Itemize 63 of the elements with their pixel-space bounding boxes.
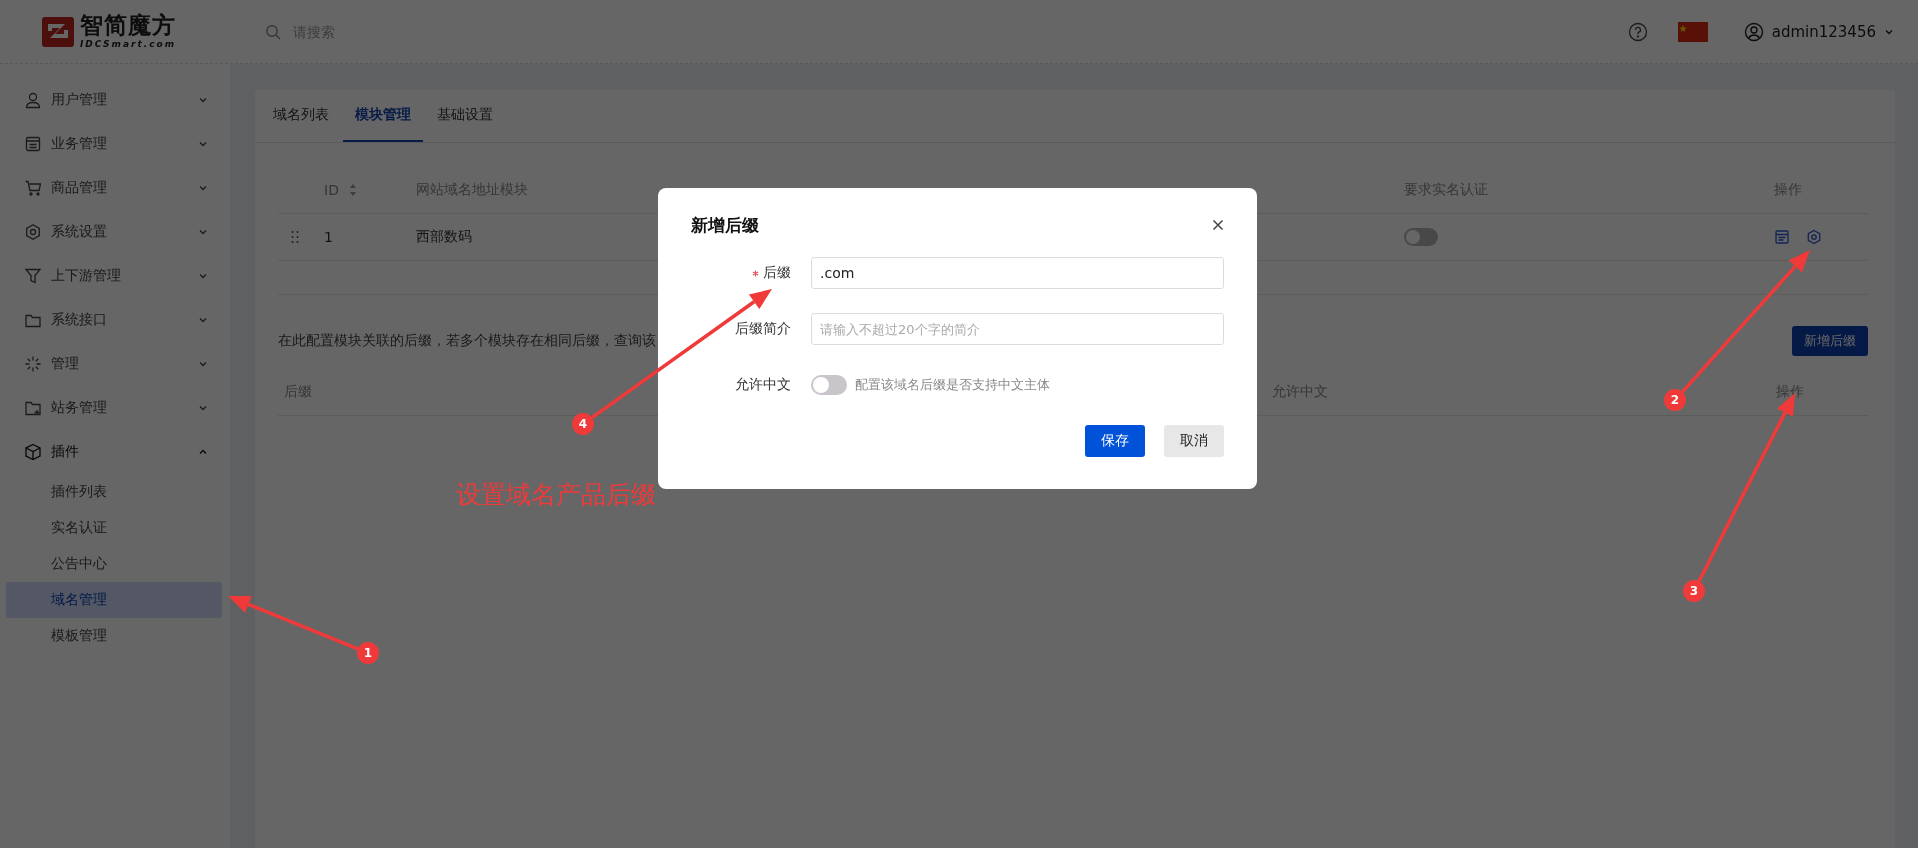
table-cell: 西部数码 <box>416 228 472 246</box>
settings-icon[interactable] <box>1806 229 1822 245</box>
add-suffix-button[interactable]: 新增后缀 <box>1792 326 1868 356</box>
caret-icon <box>198 315 208 325</box>
sidebar-item[interactable]: 管理 <box>6 342 222 386</box>
close-icon[interactable] <box>1212 219 1224 231</box>
field-label: 后缀 <box>763 264 791 282</box>
caret-icon <box>198 139 208 149</box>
flag-icon[interactable] <box>1677 21 1708 42</box>
field-label: 后缀简介 <box>735 320 791 338</box>
sidebar-item[interactable]: 系统接口 <box>6 298 222 342</box>
save-button[interactable]: 保存 <box>1085 425 1145 457</box>
caret-icon <box>198 447 208 457</box>
annotation-caption: 设置域名产品后缀 <box>456 479 656 511</box>
caret-icon <box>198 403 208 413</box>
dialog-title: 新增后缀 <box>691 213 759 237</box>
cart-icon <box>24 179 42 197</box>
sidebar-subitem[interactable]: 插件列表 <box>6 474 222 510</box>
table-cell: 1 <box>324 229 333 245</box>
help-icon[interactable] <box>1627 21 1648 42</box>
description-text: 在此配置模块关联的后缀，若多个模块存在相同后缀，查询该 <box>278 332 656 350</box>
toggle-switch[interactable] <box>811 375 847 395</box>
drag-handle-icon[interactable] <box>291 230 299 244</box>
field-label: 允许中文 <box>735 376 791 394</box>
sidebar-item[interactable]: 用户管理 <box>6 78 222 122</box>
input-field[interactable]: .com <box>811 257 1224 289</box>
sidebar-subitem[interactable]: 公告中心 <box>6 546 222 582</box>
gear-icon <box>24 223 42 241</box>
toggle-switch[interactable] <box>1404 228 1438 246</box>
sidebar-subitem[interactable]: 实名认证 <box>6 510 222 546</box>
caret-icon <box>198 95 208 105</box>
tab[interactable]: 基础设置 <box>425 90 505 142</box>
sidebar-item[interactable]: 插件 <box>6 430 222 474</box>
caret-icon <box>198 271 208 281</box>
tab[interactable]: 域名列表 <box>261 90 341 142</box>
user-icon <box>1743 21 1764 42</box>
sidebar-subitem[interactable]: 模板管理 <box>6 618 222 654</box>
input-field[interactable]: 请输入不超过20个字的简介 <box>811 313 1224 345</box>
sidebar-item[interactable]: 系统设置 <box>6 210 222 254</box>
hint-text: 配置该域名后缀是否支持中文主体 <box>855 376 1050 394</box>
caret-icon <box>198 359 208 369</box>
sidebar-item[interactable]: 业务管理 <box>6 122 222 166</box>
logo-domain: IDCSmart.com <box>80 40 177 49</box>
user-menu[interactable]: admin123456 <box>1743 21 1894 42</box>
user-icon <box>24 91 42 109</box>
sidebar-subitem[interactable]: 域名管理 <box>6 582 222 618</box>
search-icon <box>265 23 281 40</box>
tab[interactable]: 模块管理 <box>343 90 423 142</box>
document-icon[interactable] <box>1774 229 1790 245</box>
sort-icon[interactable] <box>348 183 357 197</box>
caret-icon <box>198 227 208 237</box>
calendar-icon <box>24 135 42 153</box>
cube-icon <box>24 443 42 461</box>
caret-icon <box>198 183 208 193</box>
sidebar-item[interactable]: 商品管理 <box>6 166 222 210</box>
cancel-button[interactable]: 取消 <box>1164 425 1224 457</box>
logo-name: 智简魔方 <box>80 14 177 37</box>
folder-plus-icon <box>24 399 42 417</box>
sidebar-item[interactable]: 站务管理 <box>6 386 222 430</box>
sparkle-icon <box>24 355 42 373</box>
filter-icon <box>24 267 42 285</box>
sidebar-item[interactable]: 上下游管理 <box>6 254 222 298</box>
logo-icon <box>42 16 74 47</box>
